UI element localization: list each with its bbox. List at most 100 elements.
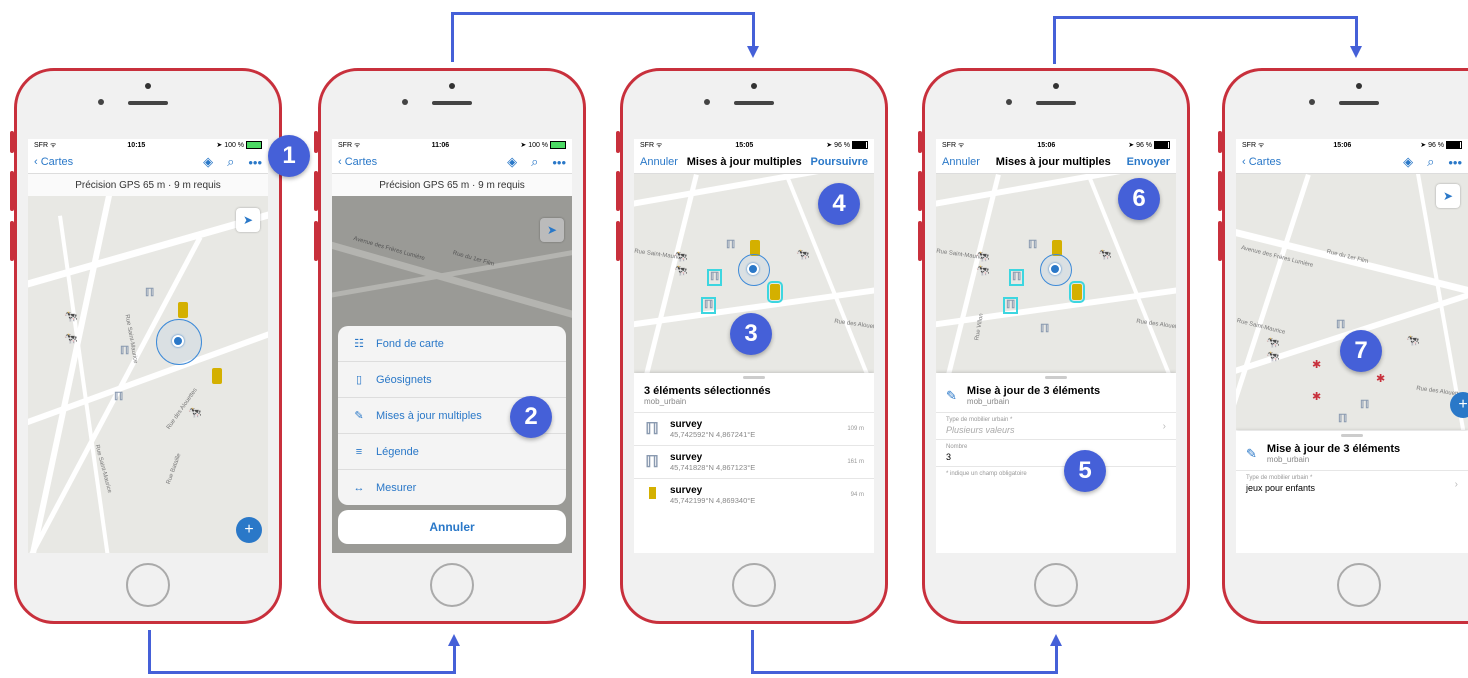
more-icon[interactable]: ••• xyxy=(248,155,262,170)
gps-location-dot xyxy=(172,335,184,347)
connector-3-4 xyxy=(751,630,754,674)
add-button[interactable]: + xyxy=(236,517,262,543)
map-view[interactable]: Avenue des Frères Lumière Rue du 1er Fil… xyxy=(1236,174,1468,430)
screen-map: SFR ᯤ 10:15 ➤ 100 % ‹ Cartes ◈ ⌕ ••• Préc… xyxy=(28,139,268,553)
cow-icon[interactable]: 🐄 xyxy=(796,250,810,261)
home-button[interactable] xyxy=(126,563,170,607)
status-bar: SFR ᯤ 15:06 ➤ 96 % xyxy=(1236,139,1468,151)
gps-location-dot xyxy=(747,263,759,275)
bench-icon-selected[interactable]: ℿ xyxy=(1002,297,1019,314)
send-button[interactable]: Envoyer xyxy=(1127,156,1170,168)
bin-icon[interactable] xyxy=(178,302,188,318)
bench-icon[interactable]: ℿ xyxy=(145,288,154,299)
nav-title: Mises à jour multiples xyxy=(995,156,1111,168)
menu-item-measure[interactable]: ↔ Mesurer xyxy=(338,470,566,505)
nav-bar: Annuler Mises à jour multiples Poursuivr… xyxy=(634,151,874,174)
list-item[interactable]: ℿsurvey 45,742592°N 4,867241°E 109 m xyxy=(634,412,874,445)
screen-menu: SFR ᯤ 11:06 ➤ 100 % ‹ Cartes ◈ ⌕ ••• Préc… xyxy=(332,139,572,553)
locate-icon[interactable]: ➤ xyxy=(1436,184,1460,208)
menu-item-legend[interactable]: ≡ Légende xyxy=(338,434,566,470)
map-view[interactable]: Rue Saint-Maurice Rue Saint-Maurice Rue … xyxy=(28,196,268,553)
bin-icon-selected[interactable] xyxy=(767,281,783,303)
connector-3-4 xyxy=(1055,644,1058,674)
more-icon[interactable]: ••• xyxy=(552,155,566,170)
locate-icon[interactable]: ➤ xyxy=(236,208,260,232)
status-bar: SFR ᯤ 11:06 ➤ 100 % xyxy=(332,139,572,151)
back-button[interactable]: ‹ Cartes xyxy=(34,156,73,168)
layers-icon[interactable]: ◈ xyxy=(203,154,213,170)
bench-icon[interactable]: ℿ xyxy=(114,392,123,403)
nav-bar: Annuler Mises à jour multiples Envoyer xyxy=(936,151,1176,174)
playground-icon[interactable]: ✱ xyxy=(1312,360,1321,371)
cow-icon[interactable]: 🐄 xyxy=(674,266,688,277)
bench-icon[interactable]: ℿ xyxy=(1360,400,1369,411)
list-item[interactable]: survey 45,742199°N 4,869340°E 94 m xyxy=(634,478,874,511)
sheet-title: Mise à jour de 3 éléments xyxy=(966,385,1101,397)
connector-4-5 xyxy=(1053,16,1358,19)
bin-icon-selected[interactable] xyxy=(1069,281,1085,303)
home-button[interactable] xyxy=(1034,563,1078,607)
arrow-head xyxy=(747,46,759,58)
search-icon[interactable]: ⌕ xyxy=(1427,154,1434,170)
bench-icon[interactable]: ℿ xyxy=(120,346,129,357)
cancel-button[interactable]: Annuler xyxy=(338,510,566,544)
continue-button[interactable]: Poursuivre xyxy=(811,156,868,168)
connector-2-3 xyxy=(451,12,755,15)
status-bar: SFR ᯤ 15:06 ➤ 96 % xyxy=(936,139,1176,151)
connector-4-5 xyxy=(1355,16,1358,48)
sheet-layer: mob_urbain xyxy=(644,397,687,406)
add-button[interactable]: + xyxy=(1450,392,1468,418)
home-button[interactable] xyxy=(430,563,474,607)
book-icon: ▯ xyxy=(355,374,363,386)
back-button[interactable]: ‹ Cartes xyxy=(338,156,377,168)
playground-icon[interactable]: ✱ xyxy=(1312,392,1321,403)
bench-icon[interactable]: ℿ xyxy=(1040,324,1049,335)
status-bar: SFR ᯤ 10:15 ➤ 100 % xyxy=(28,139,268,151)
layers-icon[interactable]: ◈ xyxy=(507,154,517,170)
list-item[interactable]: ℿsurvey 45,741828°N 4,867123°E 161 m xyxy=(634,445,874,478)
gps-location-dot xyxy=(1049,263,1061,275)
bench-icon-selected[interactable]: ℿ xyxy=(700,297,717,314)
map-view-dimmed: Avenue des Frères Lumière Rue du 1er Fil… xyxy=(332,196,572,553)
bench-icon-selected[interactable]: ℿ xyxy=(1008,269,1025,286)
bench-icon[interactable]: ℿ xyxy=(726,240,735,251)
bench-icon[interactable]: ℿ xyxy=(1338,414,1347,425)
layers-icon[interactable]: ◈ xyxy=(1403,154,1413,170)
bench-icon[interactable]: ℿ xyxy=(1336,320,1345,331)
back-button[interactable]: ‹ Cartes xyxy=(1242,156,1281,168)
cow-icon[interactable]: 🐄 xyxy=(976,252,990,263)
cow-icon[interactable]: 🐄 xyxy=(1406,336,1420,347)
count-field[interactable]: Nombre 3 xyxy=(936,439,1176,466)
cow-icon[interactable]: 🐄 xyxy=(1266,338,1280,349)
gps-accuracy-bar: Précision GPS 65 m · 9 m requis xyxy=(332,174,572,197)
more-icon[interactable]: ••• xyxy=(1448,155,1462,170)
cow-icon[interactable]: 🐄 xyxy=(64,312,78,323)
cancel-link[interactable]: Annuler xyxy=(942,156,980,168)
bench-icon-selected[interactable]: ℿ xyxy=(706,269,723,286)
status-bar: SFR ᯤ 15:05 ➤ 96 % xyxy=(634,139,874,151)
furniture-type-field[interactable]: Type de mobilier urbain * Plusieurs valeu… xyxy=(936,412,1176,439)
cow-icon[interactable]: 🐄 xyxy=(188,408,202,419)
cow-icon[interactable]: 🐄 xyxy=(1098,250,1112,261)
menu-item-bookmarks[interactable]: ▯ Géosignets xyxy=(338,362,566,398)
furniture-type-field[interactable]: Type de mobilier urbain * jeux pour enfan… xyxy=(1236,470,1468,497)
home-button[interactable] xyxy=(1337,563,1381,607)
home-button[interactable] xyxy=(732,563,776,607)
bin-icon[interactable] xyxy=(212,368,222,384)
step-badge-5: 5 xyxy=(1064,450,1106,492)
grid-icon: ☷ xyxy=(354,338,364,350)
cow-icon[interactable]: 🐄 xyxy=(674,252,688,263)
search-icon[interactable]: ⌕ xyxy=(531,154,538,170)
chevron-right-icon: › xyxy=(1162,421,1166,432)
cow-icon[interactable]: 🐄 xyxy=(976,266,990,277)
menu-item-basemap[interactable]: ☷ Fond de carte xyxy=(338,326,566,362)
connector-3-4 xyxy=(751,671,1058,674)
street-label: Rue du 1er Film xyxy=(451,250,495,268)
playground-icon[interactable]: ✱ xyxy=(1376,374,1385,385)
bench-icon[interactable]: ℿ xyxy=(1028,240,1037,251)
gps-accuracy-bar: Précision GPS 65 m · 9 m requis xyxy=(28,174,268,197)
search-icon[interactable]: ⌕ xyxy=(227,154,234,170)
cancel-link[interactable]: Annuler xyxy=(640,156,678,168)
cow-icon[interactable]: 🐄 xyxy=(64,334,78,345)
cow-icon[interactable]: 🐄 xyxy=(1266,352,1280,363)
